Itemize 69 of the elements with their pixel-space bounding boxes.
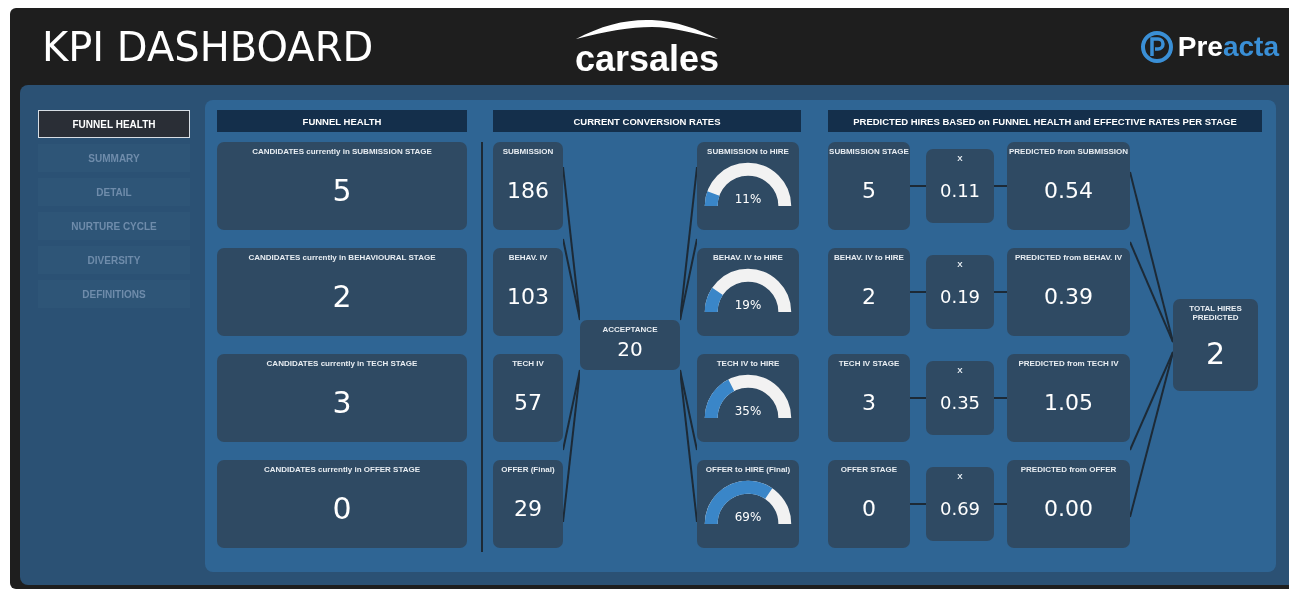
card-value: 0 — [862, 494, 876, 523]
card-label: SUBMISSION to HIRE — [707, 147, 789, 156]
gauge-reading: 11% — [734, 192, 762, 206]
section-title: CURRENT CONVERSION RATES — [493, 110, 801, 132]
card-value: 0.69 — [939, 496, 981, 521]
card-label: ACCEPTANCE — [602, 325, 658, 334]
card-label: CANDIDATES currently in OFFER STAGE — [263, 465, 421, 474]
card-label: OFFER to HIRE (Final) — [705, 465, 791, 474]
card-value: 2 — [1205, 335, 1226, 373]
nav-tab[interactable]: FUNNEL HEALTH — [38, 110, 190, 138]
nav-tab[interactable]: DETAIL — [38, 178, 190, 206]
card-label: CANDIDATES currently in BEHAVIOURAL STAGE — [248, 253, 436, 262]
nav-tab[interactable]: NURTURE CYCLE — [38, 212, 190, 240]
card-label: SUBMISSION — [502, 147, 554, 156]
nav-tab[interactable]: DEFINITIONS — [38, 280, 190, 308]
gauge-reading: 19% — [734, 298, 762, 312]
card-value: 0.54 — [1044, 176, 1093, 205]
card-label: PREDICTED from OFFER — [1020, 465, 1117, 474]
nav-tab[interactable]: DIVERSITY — [38, 246, 190, 274]
card-value: 0 — [332, 489, 352, 528]
card-label: BEHAV. IV to HIRE — [834, 253, 904, 262]
section-title: PREDICTED HIRES BASED on FUNNEL HEALTH and EFFECTIVE RATES PER STAGE — [828, 110, 1262, 132]
card-value: 0.11 — [939, 178, 981, 203]
card-label: BEHAV. IV to HIRE — [713, 253, 783, 262]
card-label: TOTAL HIRES PREDICTED — [1188, 304, 1243, 322]
gauge-reading: 35% — [734, 404, 762, 418]
gauge-reading: 69% — [734, 510, 762, 524]
card-label: TECH IV — [512, 359, 544, 368]
card-value: 5 — [332, 171, 352, 210]
card-value: 1.05 — [1044, 388, 1093, 417]
logo-wordmark: carsales — [574, 40, 720, 77]
nav-tab[interactable]: SUMMARY — [38, 144, 190, 172]
dashboard-title: KPI DASHBOARD — [42, 23, 375, 70]
section-title: FUNNEL HEALTH — [217, 110, 467, 132]
card-label: TECH IV STAGE — [838, 359, 900, 368]
card-value: 0.39 — [1044, 282, 1093, 311]
card-value: 5 — [862, 176, 876, 205]
card-label: X — [957, 472, 963, 481]
card-value: 3 — [332, 383, 352, 422]
gauge-fill — [704, 288, 724, 312]
gauge-fill — [704, 480, 772, 524]
card-label: BEHAV. IV — [508, 253, 548, 262]
card-value: 57 — [514, 388, 542, 417]
card-label: CANDIDATES currently in SUBMISSION STAGE — [252, 147, 432, 156]
card-value: 20 — [617, 336, 643, 363]
card-label: TECH IV to HIRE — [716, 359, 780, 368]
logo-wordmark: Preacta — [1177, 32, 1279, 61]
card-label: PREDICTED from TECH IV — [1018, 359, 1119, 368]
card-label: X — [957, 260, 963, 269]
card-label: OFFER (Final) — [501, 465, 555, 474]
card-label: CANDIDATES currently in TECH STAGE — [266, 359, 418, 368]
card-label: X — [957, 154, 963, 163]
card-value: 2 — [332, 277, 352, 316]
card-label: X — [957, 366, 963, 375]
card-value: 186 — [507, 176, 549, 205]
card-value: 3 — [862, 388, 876, 417]
card-value: 0.19 — [939, 284, 981, 309]
card-label: SUBMISSION STAGE — [829, 147, 909, 156]
card-label: PREDICTED from SUBMISSION — [1008, 147, 1129, 156]
gauge-fill — [704, 191, 720, 206]
card-value: 0.35 — [939, 390, 981, 415]
card-value: 2 — [862, 282, 876, 311]
card-value: 0.00 — [1044, 494, 1093, 523]
gauge-fill — [704, 379, 735, 418]
card-label: PREDICTED from BEHAV. IV — [1014, 253, 1123, 262]
card-value: 103 — [507, 282, 549, 311]
card-label: OFFER STAGE — [840, 465, 898, 474]
card-value: 29 — [514, 494, 542, 523]
logo-icon — [1139, 29, 1174, 64]
